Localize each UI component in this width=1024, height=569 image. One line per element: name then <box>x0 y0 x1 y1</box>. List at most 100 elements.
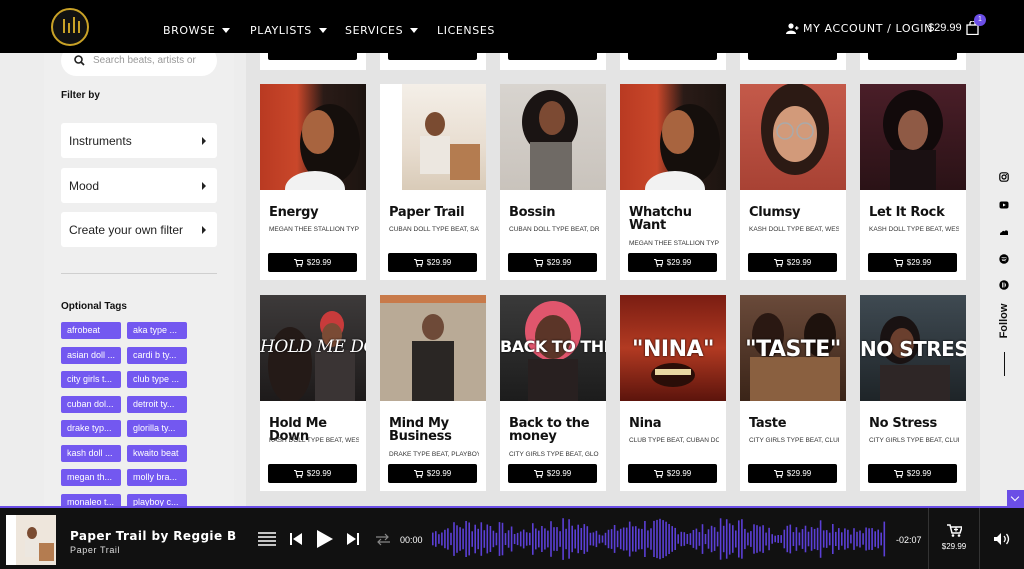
beat-title[interactable]: Taste <box>749 417 841 430</box>
artwork-figure <box>645 104 720 190</box>
collapse-player-button[interactable] <box>1007 490 1024 506</box>
filter-mood[interactable]: Mood <box>61 168 217 203</box>
play-icon[interactable] <box>316 529 334 549</box>
tag-chip[interactable]: club type ... <box>127 371 187 388</box>
soundcloud-icon[interactable] <box>999 228 1009 238</box>
tag-chip[interactable]: glorilla ty... <box>127 420 187 437</box>
beat-title[interactable]: Back to the money <box>509 417 601 443</box>
tag-chip[interactable]: kwaito beat <box>127 445 187 462</box>
add-to-cart-button[interactable]: $29.99 <box>748 464 837 483</box>
beat-artwork[interactable]: "NINA" <box>620 295 726 401</box>
tag-chip[interactable]: monaleo t... <box>61 494 121 506</box>
beat-title[interactable]: No Stress <box>869 417 961 430</box>
beat-card[interactable]: Whatchu Want MEGAN THEE STALLION TYPE BE… <box>620 84 726 280</box>
beat-card[interactable]: Paper Trail CUBAN DOLL TYPE BEAT, SAWEET… <box>380 84 486 280</box>
site-logo[interactable] <box>51 8 89 46</box>
nav-services[interactable]: SERVICES <box>345 24 419 37</box>
beat-artwork[interactable] <box>380 84 486 190</box>
tag-chip[interactable]: afrobeat <box>61 322 121 339</box>
beat-title[interactable]: Energy <box>269 206 361 219</box>
beat-title[interactable]: Whatchu Want <box>629 206 721 232</box>
account-label: MY ACCOUNT / LOGIN <box>803 22 933 35</box>
next-icon[interactable] <box>346 532 360 546</box>
buy-button[interactable] <box>748 53 837 60</box>
search-box[interactable] <box>61 53 217 76</box>
beat-card[interactable]: BACK TO THE MONEY Back to the money CITY… <box>500 295 606 491</box>
add-to-cart-button[interactable]: $29.99 <box>268 464 357 483</box>
nav-browse[interactable]: BROWSE <box>163 24 231 37</box>
spotify-icon[interactable] <box>999 254 1009 264</box>
cart-total[interactable]: $29.99 <box>928 22 962 34</box>
beat-artwork[interactable] <box>500 84 606 190</box>
buy-button[interactable] <box>628 53 717 60</box>
search-input[interactable] <box>93 55 208 66</box>
add-to-cart-button[interactable]: $29.99 <box>388 253 477 272</box>
tag-chip[interactable]: megan th... <box>61 469 121 486</box>
beat-title[interactable]: Paper Trail <box>389 206 481 219</box>
instagram-icon[interactable] <box>999 172 1009 182</box>
tag-chip[interactable]: molly bra... <box>127 469 187 486</box>
now-playing-artwork[interactable] <box>6 515 56 565</box>
add-to-cart-button[interactable]: $29.99 <box>388 464 477 483</box>
add-to-cart-button[interactable]: $29.99 <box>748 253 837 272</box>
add-to-cart-button[interactable]: $29.99 <box>868 464 957 483</box>
add-to-cart-button[interactable]: $29.99 <box>868 253 957 272</box>
nav-playlists[interactable]: PLAYLISTS <box>250 24 327 37</box>
nav-licenses[interactable]: LICENSES <box>437 24 495 37</box>
buy-button[interactable] <box>508 53 597 60</box>
tag-chip[interactable]: asian doll ... <box>61 347 121 364</box>
player-buy-button[interactable]: $29.99 <box>928 508 980 569</box>
menu-icon[interactable] <box>258 532 276 546</box>
tag-chip[interactable]: kash doll ... <box>61 445 121 462</box>
beat-artwork[interactable] <box>380 295 486 401</box>
tag-chip[interactable]: playboy c... <box>127 494 187 506</box>
beat-card[interactable]: HOLD ME DOWN Hold Me Down KASH DOLL TYPE… <box>260 295 366 491</box>
beat-artwork[interactable] <box>260 84 366 190</box>
add-to-cart-button[interactable]: $29.99 <box>628 253 717 272</box>
tag-chip[interactable]: city girls t... <box>61 371 121 388</box>
beat-card[interactable]: "TASTE" Taste CITY GIRLS TYPE BEAT, CLUB… <box>740 295 846 491</box>
tag-chip[interactable]: cardi b ty... <box>127 347 187 364</box>
beat-artwork[interactable]: NO STRESS <box>860 295 966 401</box>
add-to-cart-button[interactable]: $29.99 <box>628 464 717 483</box>
beat-title[interactable]: Let It Rock <box>869 206 961 219</box>
add-to-cart-button[interactable]: $29.99 <box>268 253 357 272</box>
filter-create-own[interactable]: Create your own filter <box>61 212 217 247</box>
tag-chip[interactable]: aka type ... <box>127 322 187 339</box>
add-to-cart-button[interactable]: $29.99 <box>508 464 597 483</box>
beatstars-icon[interactable] <box>999 280 1009 290</box>
buy-button[interactable] <box>388 53 477 60</box>
tag-chip[interactable]: detroit ty... <box>127 396 187 413</box>
filter-instruments[interactable]: Instruments <box>61 123 217 158</box>
beat-artwork[interactable]: HOLD ME DOWN <box>260 295 366 401</box>
beat-card[interactable]: Clumsy KASH DOLL TYPE BEAT, WEST $29.99 <box>740 84 846 280</box>
cart-icon <box>293 258 303 267</box>
previous-icon[interactable] <box>289 532 303 546</box>
beat-title[interactable]: Clumsy <box>749 206 841 219</box>
beat-card[interactable]: NO STRESS No Stress CITY GIRLS TYPE BEAT… <box>860 295 966 491</box>
beat-card[interactable]: Let It Rock KASH DOLL TYPE BEAT, WEST $2… <box>860 84 966 280</box>
tag-chip[interactable]: drake typ... <box>61 420 121 437</box>
beat-artwork[interactable]: "TASTE" <box>740 295 846 401</box>
buy-button[interactable] <box>268 53 357 60</box>
beat-card[interactable]: Bossin CUBAN DOLL TYPE BEAT, DRAKE $29.9… <box>500 84 606 280</box>
beat-title[interactable]: Nina <box>629 417 721 430</box>
volume-icon[interactable] <box>993 532 1011 546</box>
beat-card[interactable]: "NINA" Nina CLUB TYPE BEAT, CUBAN DOLL $… <box>620 295 726 491</box>
beat-card[interactable]: Energy MEGAN THEE STALLION TYPE BEAT $29… <box>260 84 366 280</box>
beat-artwork[interactable] <box>860 84 966 190</box>
beat-artwork[interactable]: BACK TO THE MONEY <box>500 295 606 401</box>
beat-title[interactable]: Mind My Business <box>389 417 481 443</box>
youtube-icon[interactable] <box>999 200 1009 210</box>
waveform-seekbar[interactable] <box>432 516 887 562</box>
add-to-cart-button[interactable]: $29.99 <box>508 253 597 272</box>
buy-button[interactable] <box>868 53 957 60</box>
waveform-bar <box>850 534 852 544</box>
beat-card[interactable]: Mind My Business DRAKE TYPE BEAT, PLAYBO… <box>380 295 486 491</box>
repeat-icon[interactable] <box>375 533 391 546</box>
account-login-link[interactable]: MY ACCOUNT / LOGIN <box>786 22 933 35</box>
beat-title[interactable]: Bossin <box>509 206 601 219</box>
tag-chip[interactable]: cuban dol... <box>61 396 121 413</box>
beat-artwork[interactable] <box>740 84 846 190</box>
beat-artwork[interactable] <box>620 84 726 190</box>
